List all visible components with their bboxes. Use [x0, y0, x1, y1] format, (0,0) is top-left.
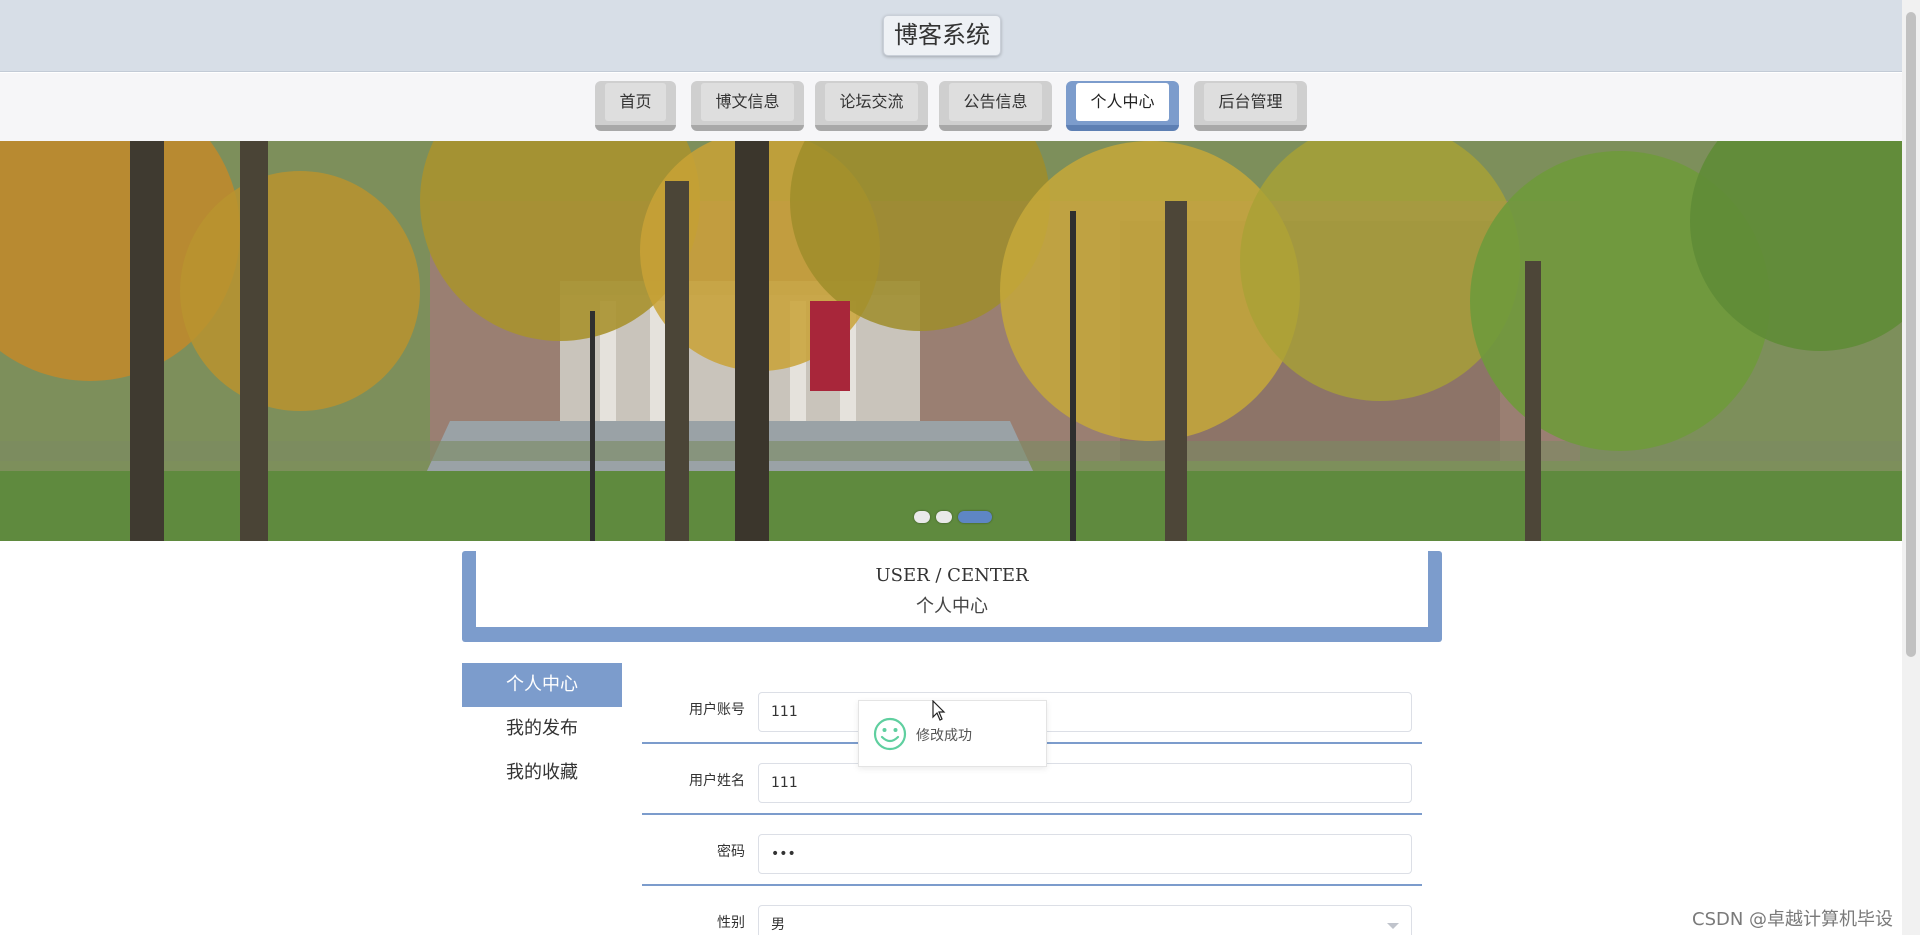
scrollbar-thumb[interactable] — [1906, 12, 1916, 657]
gender-label: 性别 — [717, 915, 745, 931]
banner-image — [0, 141, 1902, 541]
nav-announcements-label: 公告信息 — [949, 83, 1042, 121]
name-input[interactable]: 111 — [758, 763, 1412, 803]
nav-forum[interactable]: 论坛交流 — [815, 81, 928, 131]
success-toast: 修改成功 — [858, 700, 1047, 767]
form-row-gender: 性别 男 — [642, 893, 1422, 935]
carousel-dot-1[interactable] — [914, 511, 930, 523]
gender-select-value: 男 — [771, 917, 785, 933]
form-row-password: 密码 ••• — [642, 822, 1422, 886]
nav-forum-label: 论坛交流 — [825, 83, 918, 121]
site-title: 博客系统 — [883, 15, 1001, 56]
carousel-dot-3-active[interactable] — [958, 511, 992, 523]
menu-item-my-posts[interactable]: 我的发布 — [462, 707, 622, 751]
section-header: USER / CENTER 个人中心 — [462, 551, 1442, 642]
site-header: 博客系统 — [0, 0, 1902, 72]
nav-user-center-label: 个人中心 — [1076, 83, 1169, 121]
section-header-inner: USER / CENTER 个人中心 — [476, 551, 1428, 627]
nav-blog-posts[interactable]: 博文信息 — [691, 81, 804, 131]
nav-user-center[interactable]: 个人中心 — [1066, 81, 1179, 131]
mouse-cursor-icon — [932, 700, 946, 721]
account-input[interactable]: 111 — [758, 692, 1412, 732]
toast-message: 修改成功 — [916, 728, 972, 744]
password-input[interactable]: ••• — [758, 834, 1412, 874]
csdn-watermark: CSDN @卓越计算机毕设 — [1692, 909, 1894, 930]
nav-home[interactable]: 首页 — [595, 81, 676, 131]
hero-banner — [0, 141, 1902, 541]
nav-announcements[interactable]: 公告信息 — [939, 81, 1052, 131]
nav-home-label: 首页 — [605, 83, 666, 121]
section-title-en: USER / CENTER — [875, 565, 1029, 586]
name-label: 用户姓名 — [689, 773, 745, 789]
carousel-dot-2[interactable] — [936, 511, 952, 523]
page-scrollbar[interactable] — [1902, 0, 1920, 935]
nav-admin[interactable]: 后台管理 — [1194, 81, 1307, 131]
password-label: 密码 — [717, 844, 745, 860]
main-nav: 首页 博文信息 论坛交流 公告信息 个人中心 后台管理 — [0, 73, 1902, 141]
menu-item-user-center[interactable]: 个人中心 — [462, 663, 622, 707]
nav-blog-posts-label: 博文信息 — [701, 83, 794, 121]
menu-item-my-favorites[interactable]: 我的收藏 — [462, 751, 622, 795]
gender-select[interactable]: 男 — [758, 905, 1412, 935]
account-label: 用户账号 — [689, 702, 745, 718]
section-title-cn: 个人中心 — [916, 596, 988, 617]
user-side-menu: 个人中心 我的发布 我的收藏 — [462, 663, 622, 795]
smile-icon — [873, 717, 907, 751]
nav-admin-label: 后台管理 — [1204, 83, 1297, 121]
chevron-down-icon — [1387, 923, 1399, 929]
